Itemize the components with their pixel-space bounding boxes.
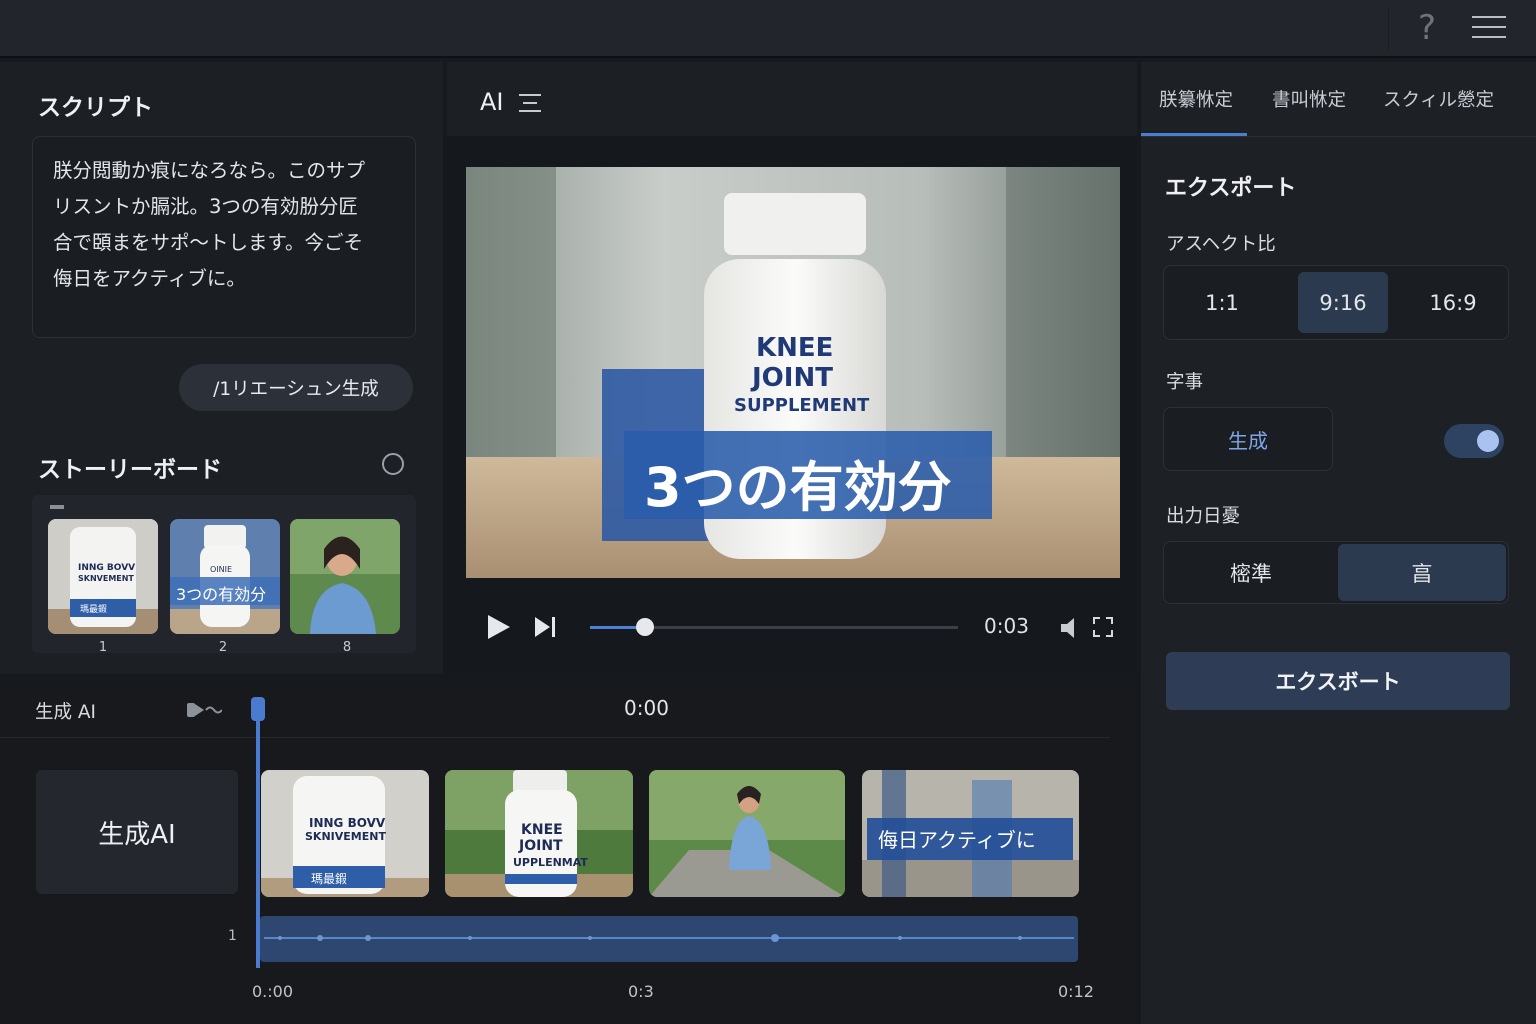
tab-divider <box>1141 136 1536 137</box>
aspect-option-1-1[interactable]: 1:1 <box>1176 272 1268 333</box>
playhead[interactable] <box>256 700 260 968</box>
output-quality-selector: 樒準 亯 <box>1163 541 1509 604</box>
script-line: 合で頣まをサポ～トします。今ごそ <box>53 231 364 254</box>
subtitle-toggle[interactable] <box>1444 424 1504 458</box>
clip-1-tag: 瑪最鍜 <box>311 872 348 886</box>
active-tab-indicator <box>1141 133 1247 136</box>
thumb-number: 8 <box>342 640 352 655</box>
generate-variation-button[interactable]: /1リエーシュン生成 <box>179 364 413 411</box>
export-section-title: エクスポート <box>1165 176 1297 201</box>
clip-4-caption: 侮日アクティブに <box>878 828 1036 852</box>
top-bar: ? <box>0 0 1536 58</box>
aspect-option-16-9[interactable]: 16:9 <box>1408 272 1498 333</box>
subtitle-label: 字事 <box>1166 372 1204 393</box>
tab-audio-settings[interactable]: 書叫恘定 <box>1272 86 1346 112</box>
thumb-1-tag: 瑪最鍜 <box>80 605 108 615</box>
audio-track-number: 1 <box>228 928 237 944</box>
clip-2-label: UPPLENMAT <box>513 856 588 869</box>
current-time: 0:03 <box>984 614 1029 638</box>
output-quality-label: 出力日憂 <box>1166 506 1241 527</box>
storyboard-thumb-2[interactable]: OINIE 3つの有効分 <box>170 519 280 634</box>
storyboard-thumb-3[interactable] <box>290 519 400 634</box>
timeline-clip-4[interactable]: 侮日アクティブに <box>862 770 1079 897</box>
thumb-3-woman-image <box>290 519 400 634</box>
help-icon[interactable]: ? <box>1418 8 1436 48</box>
export-button[interactable]: エクスボート <box>1166 652 1510 710</box>
clip-1-label: SKNIVEMENT <box>305 830 386 843</box>
video-caption: 3つの有効分 <box>644 456 952 519</box>
script-line: 朕分閲動か痕になろなら。このサプ <box>53 159 366 182</box>
play-icon[interactable] <box>486 614 512 640</box>
ruler-time: 0:12 <box>1058 982 1094 1001</box>
timeline-clip-2[interactable]: KNEE JOINT UPPLENMAT <box>445 770 633 897</box>
thumb-2-caption: 3つの有効分 <box>176 585 267 604</box>
seek-handle[interactable] <box>636 618 654 636</box>
ai-title: AI <box>480 88 504 116</box>
bottle-label-line: JOINT <box>752 363 833 393</box>
hamburger-menu-icon[interactable] <box>1472 16 1506 38</box>
ruler-time: 0.:00 <box>252 982 294 1001</box>
script-title: スクリプト <box>38 95 153 121</box>
skip-next-icon[interactable] <box>534 616 558 638</box>
clip-2-label: JOINT <box>519 838 563 854</box>
timeline-current-time: 0:00 <box>624 696 669 720</box>
playhead-handle[interactable] <box>251 697 265 721</box>
list-icon[interactable] <box>519 94 541 112</box>
volume-icon[interactable] <box>1060 617 1084 639</box>
script-line: 侮日をアクティブに。 <box>53 267 246 290</box>
thumb-number: 1 <box>98 640 108 655</box>
quality-option-standard[interactable]: 樒準 <box>1166 544 1336 601</box>
storyboard-title: ストーリーボード <box>38 457 222 483</box>
video-preview[interactable]: KNEE JOINT SUPPLEMENT 3つの有効分 <box>466 167 1120 578</box>
ruler-time: 0:3 <box>628 982 654 1001</box>
audio-wave-icon[interactable] <box>186 700 222 720</box>
toggle-knob <box>1477 430 1499 452</box>
quality-option-high[interactable]: 亯 <box>1338 544 1506 601</box>
timeline-clip-1[interactable]: INNG BOVV SKNIVEMENT 瑪最鍜 <box>261 770 429 897</box>
timeline-clip-3[interactable] <box>649 770 845 897</box>
top-bar-divider <box>1388 8 1389 50</box>
preview-header <box>447 62 1137 136</box>
audio-track[interactable] <box>260 916 1078 962</box>
thumb-2-image <box>170 519 280 634</box>
bottle-label-line: SUPPLEMENT <box>734 395 870 416</box>
clip-3-jogger-image <box>649 770 845 897</box>
clip-2-label: KNEE <box>521 822 563 838</box>
thumb-1-label: SKNVEMENT <box>78 574 134 583</box>
script-line: リスントか膈沘。3つの有効朌分匠 <box>53 195 358 218</box>
audio-waveform <box>264 934 1074 942</box>
timeline-track-label: 生成 AI <box>35 702 96 723</box>
tab-style-settings[interactable]: スクィル憥定 <box>1383 86 1494 112</box>
bottle-label-line: KNEE <box>756 333 834 363</box>
thumb-number: 2 <box>218 640 228 655</box>
aspect-ratio-selector: 1:1 9:16 16:9 <box>1163 265 1509 340</box>
aspect-option-9-16[interactable]: 9:16 <box>1298 272 1388 333</box>
fullscreen-icon[interactable] <box>1093 617 1113 637</box>
script-textarea[interactable]: 朕分閲動か痕になろなら。このサプ リスントか膈沘。3つの有効朌分匠 合で頣まをサ… <box>32 136 416 338</box>
thumb-2-tag: OINIE <box>210 565 233 574</box>
generate-subtitles-button[interactable]: 生成 <box>1163 407 1333 471</box>
timeline-divider <box>0 737 1110 738</box>
aspect-ratio-label: アスヘクト比 <box>1166 234 1276 255</box>
thumb-1-label: INNG BOVV <box>78 563 136 573</box>
tab-video-settings[interactable]: 朕纂恘定 <box>1159 86 1233 112</box>
drag-handle-icon[interactable] <box>50 505 64 509</box>
generate-ai-track-block[interactable]: 生成AI <box>36 770 238 894</box>
storyboard-thumb-1[interactable]: INNG BOVV SKNVEMENT 瑪最鍜 <box>48 519 158 634</box>
clip-1-label: INNG BOVV <box>309 816 386 830</box>
storyboard-options-icon[interactable] <box>382 453 404 475</box>
